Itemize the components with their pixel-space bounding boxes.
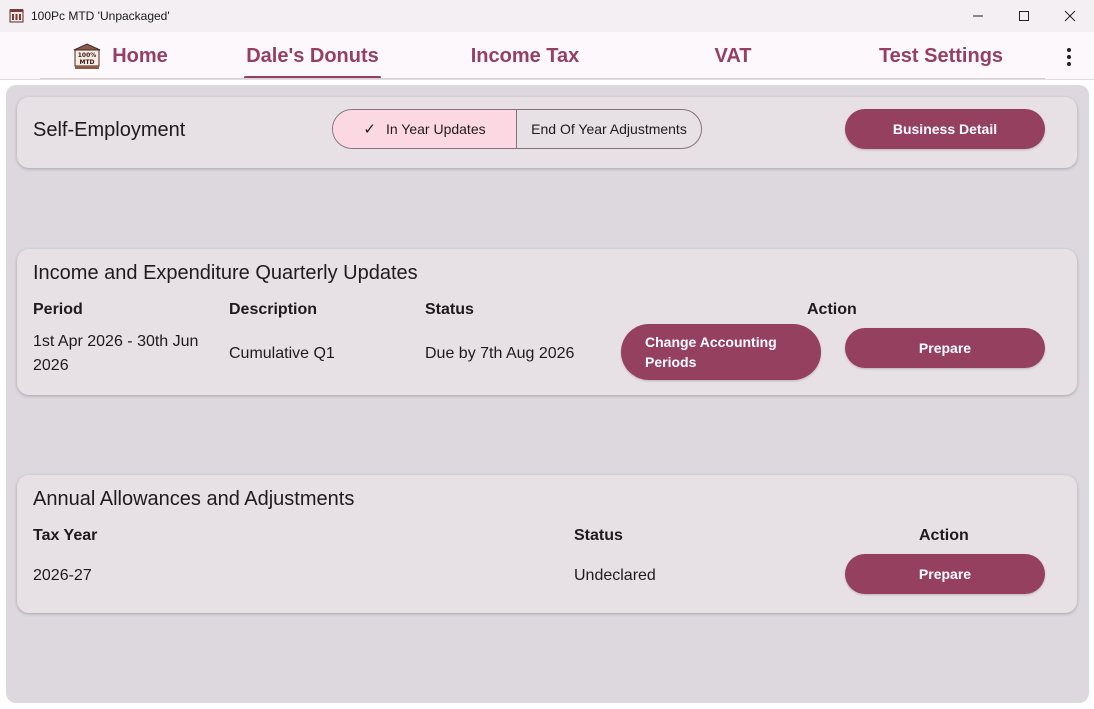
annual-allowances-title: Annual Allowances and Adjustments xyxy=(33,488,355,510)
window-title: 100Pc MTD 'Unpackaged' xyxy=(31,9,170,23)
tab-vat[interactable]: VAT xyxy=(653,32,813,80)
tab-home-label: Home xyxy=(112,44,168,67)
tab-income-tax-label: Income Tax xyxy=(470,44,580,67)
tab-test-settings-label: Test Settings xyxy=(878,44,1004,67)
tab-test-settings[interactable]: Test Settings xyxy=(861,32,1021,80)
period-cell: 1st Apr 2026 - 30th Jun 2026 xyxy=(33,333,199,374)
tab-income-tax[interactable]: Income Tax xyxy=(445,32,605,80)
svg-text:100%: 100% xyxy=(78,52,97,59)
tab-divider xyxy=(40,78,1045,79)
prepare-quarterly-label: Prepare xyxy=(918,340,972,356)
tab-home[interactable]: 100% MTD Home xyxy=(40,32,200,80)
self-employment-title: Self-Employment xyxy=(33,119,186,141)
description-header: Description xyxy=(229,301,318,318)
maximize-button[interactable] xyxy=(1001,0,1047,32)
status-cell: Due by 7th Aug 2026 xyxy=(425,345,575,362)
nav-bar: 100% MTD Home Dale's Donuts Income Tax V… xyxy=(0,32,1094,80)
tax-year-cell: 2026-27 xyxy=(33,567,92,584)
quarterly-updates-card: Income and Expenditure Quarterly Updates… xyxy=(17,249,1077,395)
minimize-icon xyxy=(973,15,983,17)
content-area: Self-Employment ✓ In Year Updates End Of… xyxy=(6,85,1089,703)
action-header: Action xyxy=(807,301,857,318)
annual-action-header: Action xyxy=(919,527,969,544)
self-employment-card: Self-Employment ✓ In Year Updates End Of… xyxy=(17,97,1077,168)
app-icon xyxy=(9,9,24,23)
tab-dales-donuts-label: Dale's Donuts xyxy=(246,44,379,67)
period-header: Period xyxy=(33,301,83,318)
prepare-annual-label: Prepare xyxy=(918,566,972,582)
more-vert-icon[interactable] xyxy=(1056,44,1082,70)
quarterly-updates-title: Income and Expenditure Quarterly Updates xyxy=(33,262,418,284)
minimize-button[interactable] xyxy=(955,0,1001,32)
description-cell: Cumulative Q1 xyxy=(229,345,335,362)
annual-allowances-card: Annual Allowances and Adjustments Tax Ye… xyxy=(17,475,1077,613)
segment-end-of-year-adjustments[interactable]: End Of Year Adjustments xyxy=(517,110,701,148)
bank-building-icon: 100% MTD xyxy=(73,43,101,69)
prepare-annual-button[interactable]: Prepare xyxy=(845,554,1045,594)
close-icon xyxy=(1064,10,1076,22)
svg-text:MTD: MTD xyxy=(80,59,95,66)
change-accounting-periods-button[interactable]: Change Accounting Periods xyxy=(621,324,821,380)
change-accounting-periods-label: Change Accounting Periods xyxy=(645,334,777,370)
business-detail-button[interactable]: Business Detail xyxy=(845,109,1045,149)
status-header: Status xyxy=(425,301,474,318)
segment-in-year-updates-label: In Year Updates xyxy=(385,121,486,137)
tab-vat-label: VAT xyxy=(714,44,752,67)
maximize-icon xyxy=(1019,11,1029,21)
segment-in-year-updates[interactable]: ✓ In Year Updates xyxy=(333,110,517,148)
tax-year-header: Tax Year xyxy=(33,527,98,544)
check-icon: ✓ xyxy=(363,121,376,138)
close-button[interactable] xyxy=(1047,0,1093,32)
annual-status-header: Status xyxy=(574,527,623,544)
window-titlebar: 100Pc MTD 'Unpackaged' xyxy=(0,0,1094,32)
tab-dales-donuts[interactable]: Dale's Donuts xyxy=(244,32,381,80)
segment-end-of-year-label: End Of Year Adjustments xyxy=(531,121,687,137)
prepare-quarterly-button[interactable]: Prepare xyxy=(845,328,1045,368)
business-detail-label: Business Detail xyxy=(892,121,998,137)
update-type-segmented-control: ✓ In Year Updates End Of Year Adjustment… xyxy=(332,109,702,149)
annual-status-cell: Undeclared xyxy=(574,567,656,584)
